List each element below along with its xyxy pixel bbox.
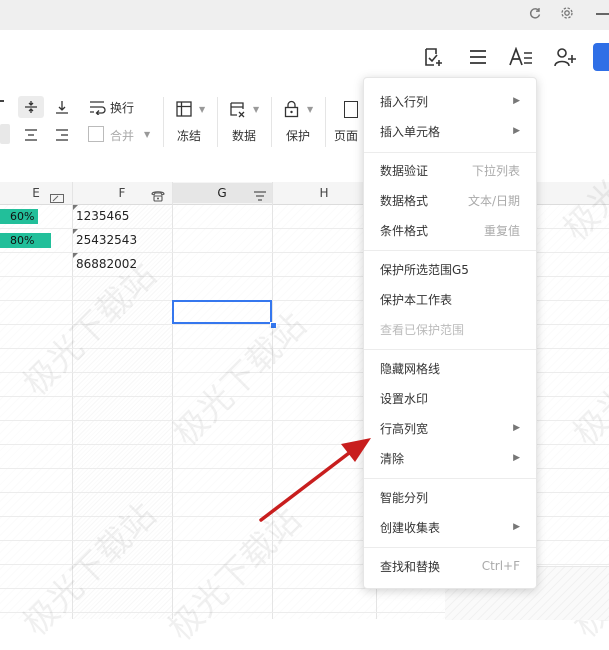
- add-user-icon[interactable]: [552, 44, 578, 70]
- text-style-icon[interactable]: [508, 44, 534, 70]
- menu-divider: [364, 250, 536, 251]
- menu-item-protect-range[interactable]: 保护所选范围G5: [364, 255, 536, 283]
- align-top-icon[interactable]: [0, 100, 4, 102]
- freeze-dropdown-icon[interactable]: ▼: [199, 105, 205, 114]
- data-tools-icon[interactable]: [229, 101, 246, 118]
- menu-item-hide-gridlines[interactable]: 隐藏网格线: [364, 354, 536, 382]
- page-setup-icon[interactable]: [344, 101, 358, 118]
- menu-item-data-format[interactable]: 数据格式 文本/日期: [364, 186, 536, 214]
- chevron-right-icon: ▶: [513, 423, 520, 433]
- align-middle-icon[interactable]: [18, 96, 44, 118]
- menu-item-protect-sheet[interactable]: 保护本工作表: [364, 285, 536, 313]
- share-button[interactable]: [593, 43, 609, 71]
- grid-vline: [172, 182, 173, 619]
- progress-column-icon: [50, 188, 64, 203]
- column-header-h[interactable]: H: [272, 183, 376, 203]
- menu-item-conditional-format[interactable]: 条件格式 重复值: [364, 216, 536, 244]
- chevron-right-icon: ▶: [513, 522, 520, 532]
- menu-divider: [364, 152, 536, 153]
- menu-item-insert-row-col[interactable]: 插入行列 ▶: [364, 87, 536, 115]
- ribbon-divider: [217, 97, 218, 147]
- protect-button[interactable]: 保护: [286, 127, 310, 144]
- window-title-bar: [0, 0, 609, 30]
- progress-cell-e3[interactable]: 80%: [0, 233, 64, 248]
- data-dropdown-icon[interactable]: ▼: [253, 105, 259, 114]
- annotation-arrow-icon: [259, 438, 371, 522]
- menu-item-clear[interactable]: 清除 ▶: [364, 444, 536, 472]
- align-right-icon[interactable]: [51, 125, 73, 145]
- freeze-button[interactable]: 冻结: [177, 127, 201, 144]
- wrap-text-button[interactable]: 换行: [110, 99, 134, 116]
- chevron-right-icon: ▶: [513, 453, 520, 463]
- sync-icon[interactable]: [524, 2, 546, 24]
- menu-item-smart-split[interactable]: 智能分列: [364, 483, 536, 511]
- data-button[interactable]: 数据: [232, 127, 256, 144]
- menu-item-row-col-size[interactable]: 行高列宽 ▶: [364, 414, 536, 442]
- hamburger-icon[interactable]: [465, 44, 491, 70]
- merge-button[interactable]: 合并: [110, 127, 134, 144]
- progress-bar: 60%: [0, 209, 38, 224]
- page-setup-button[interactable]: 页面: [334, 127, 358, 144]
- menu-item-data-validation[interactable]: 数据验证 下拉列表: [364, 156, 536, 184]
- cell-f2[interactable]: 1235465: [76, 209, 129, 223]
- wrap-text-icon[interactable]: [88, 99, 106, 116]
- gear-icon[interactable]: [556, 2, 578, 24]
- menu-item-create-form[interactable]: 创建收集表 ▶: [364, 513, 536, 541]
- align-left-button[interactable]: [0, 124, 10, 144]
- merge-icon[interactable]: [88, 126, 104, 142]
- freeze-icon[interactable]: [176, 101, 192, 117]
- progress-bar: 80%: [0, 233, 51, 248]
- merge-dropdown-icon[interactable]: ▼: [144, 130, 150, 139]
- menu-item-watermark[interactable]: 设置水印: [364, 384, 536, 412]
- ribbon-divider: [163, 97, 164, 147]
- menu-divider: [364, 547, 536, 548]
- progress-label: 60%: [10, 210, 35, 223]
- menu-divider: [364, 349, 536, 350]
- menu-item-insert-cell[interactable]: 插入单元格 ▶: [364, 117, 536, 145]
- chevron-right-icon: ▶: [513, 96, 520, 106]
- progress-cell-e2[interactable]: 60%: [0, 209, 64, 224]
- progress-label: 80%: [10, 234, 35, 247]
- align-center-icon[interactable]: [20, 125, 42, 145]
- ribbon-divider: [271, 97, 272, 147]
- minimize-icon[interactable]: [596, 13, 609, 15]
- phone-icon: [150, 187, 166, 202]
- context-menu: 插入行列 ▶ 插入单元格 ▶ 数据验证 下拉列表 数据格式 文本/日期 条件格式…: [363, 77, 537, 589]
- align-bottom-icon[interactable]: [50, 96, 74, 118]
- menu-item-find-replace[interactable]: 查找和替换 Ctrl+F: [364, 552, 536, 580]
- add-comment-icon[interactable]: [420, 44, 446, 70]
- cell-f3[interactable]: 25432543: [76, 233, 137, 247]
- selected-cell-g5[interactable]: [172, 300, 272, 324]
- chevron-right-icon: ▶: [513, 126, 520, 136]
- filter-icon[interactable]: [253, 187, 267, 201]
- menu-item-view-protected: 查看已保护范围: [380, 322, 465, 337]
- protect-dropdown-icon[interactable]: ▼: [307, 105, 313, 114]
- menu-divider: [364, 478, 536, 479]
- ribbon-divider: [325, 97, 326, 147]
- lock-icon[interactable]: [284, 100, 299, 118]
